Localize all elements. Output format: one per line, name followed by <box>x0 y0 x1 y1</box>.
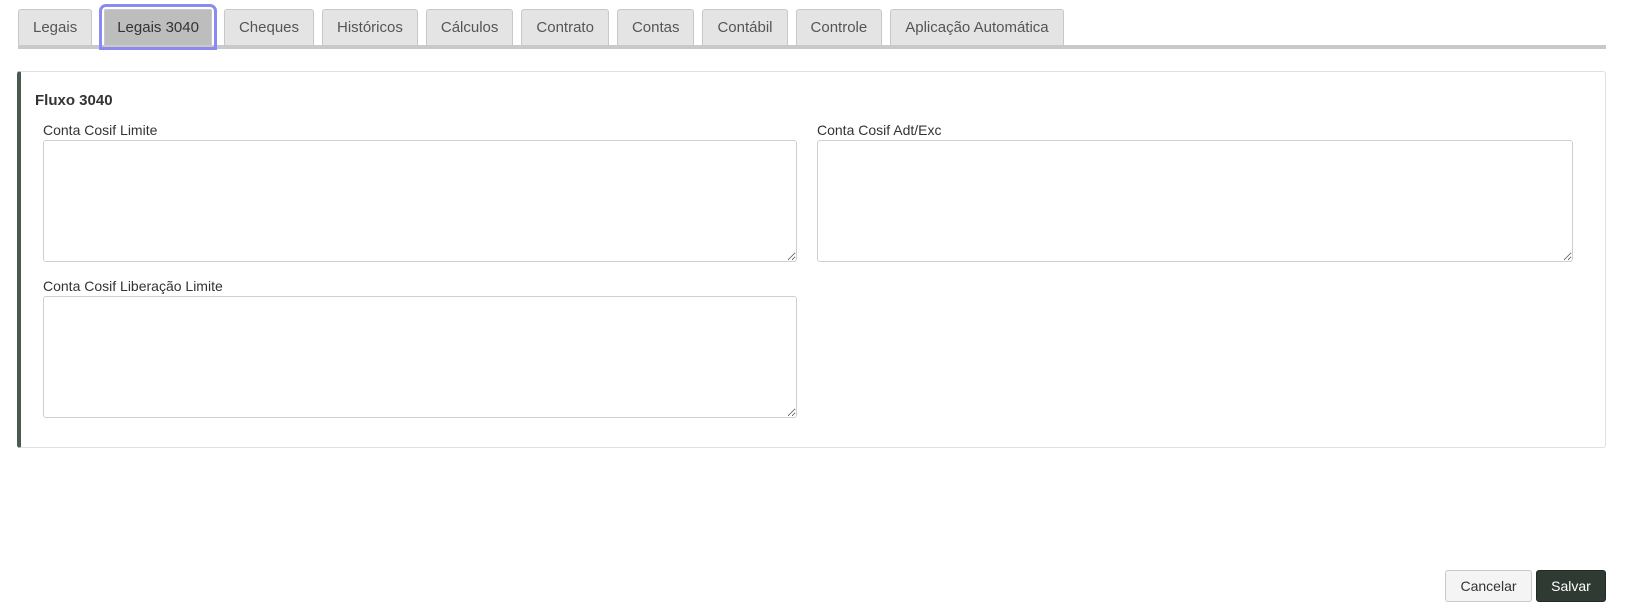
tab-legais[interactable]: Legais <box>18 9 93 45</box>
tab-calculos[interactable]: Cálculos <box>425 9 514 45</box>
tab-historicos[interactable]: Históricos <box>322 9 418 45</box>
tab-controle[interactable]: Controle <box>795 9 883 45</box>
conta-cosif-adt-exc-label: Conta Cosif Adt/Exc <box>817 122 942 138</box>
cancel-button[interactable]: Cancelar <box>1445 570 1532 602</box>
conta-cosif-liberacao-limite-field[interactable] <box>43 296 797 418</box>
tab-aplicacao-automatica[interactable]: Aplicação Automática <box>890 9 1064 45</box>
tab-list: Legais Legais 3040 Cheques Históricos Cá… <box>18 0 1606 50</box>
tab-contabil[interactable]: Contábil <box>702 9 788 45</box>
tab-contas[interactable]: Contas <box>616 9 695 45</box>
tab-legais-3040[interactable]: Legais 3040 <box>99 4 217 50</box>
conta-cosif-adt-exc-field[interactable] <box>817 140 1573 262</box>
tab-contrato[interactable]: Contrato <box>521 9 609 45</box>
tab-cheques[interactable]: Cheques <box>223 9 314 45</box>
conta-cosif-liberacao-limite-label: Conta Cosif Liberação Limite <box>43 278 223 294</box>
save-button[interactable]: Salvar <box>1536 570 1606 602</box>
section-title: Fluxo 3040 <box>35 92 113 109</box>
conta-cosif-limite-label: Conta Cosif Limite <box>43 122 158 138</box>
page: Legais Legais 3040 Cheques Históricos Cá… <box>0 0 1631 607</box>
fluxo-3040-panel: Fluxo 3040 Conta Cosif Limite Conta Cosi… <box>17 71 1606 448</box>
conta-cosif-limite-field[interactable] <box>43 140 797 262</box>
tab-bar: Legais Legais 3040 Cheques Históricos Cá… <box>18 0 1606 50</box>
